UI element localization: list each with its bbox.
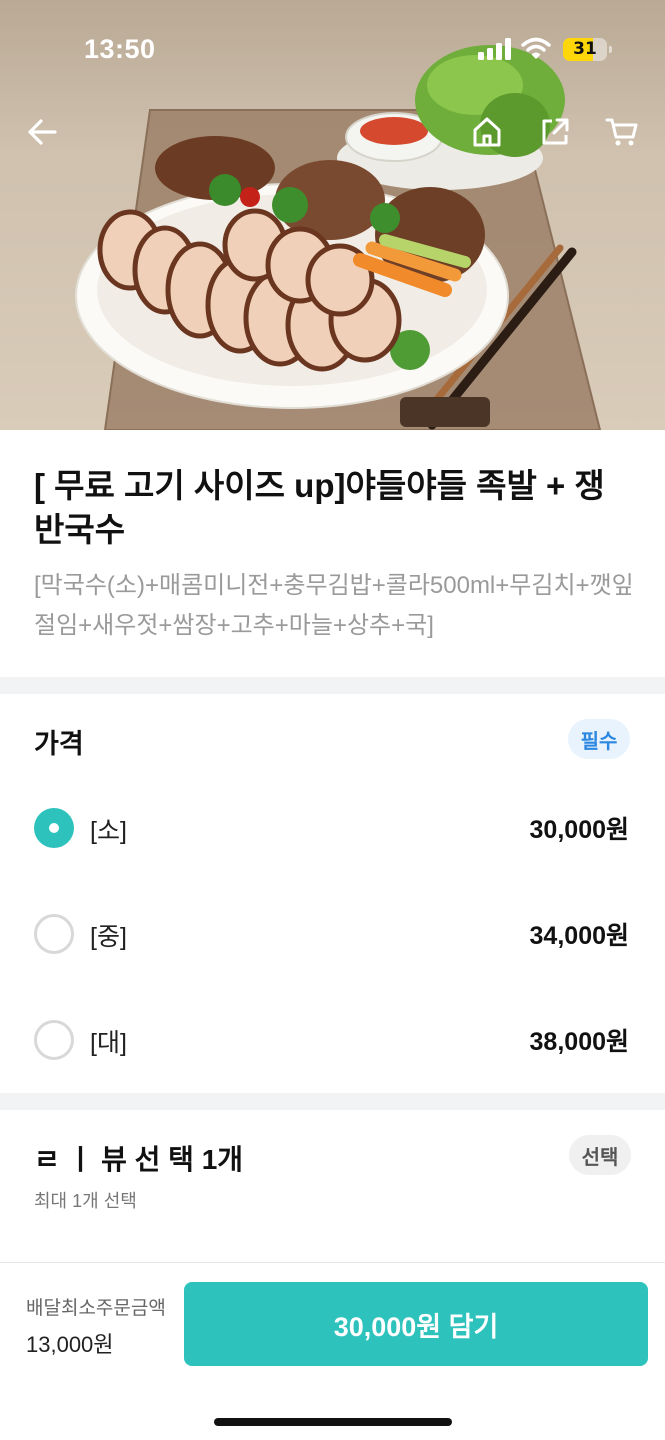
add-to-cart-button[interactable]: 30,000원 담기 xyxy=(184,1282,648,1366)
price-option-small[interactable]: [소] 30,000원 xyxy=(0,788,665,868)
back-button[interactable] xyxy=(22,112,62,152)
section-divider xyxy=(0,677,665,694)
product-title: [ 무료 고기 사이즈 up]야들야들 족발 + 쟁반국수 xyxy=(34,467,605,548)
price-option-large[interactable]: [대] 38,000원 xyxy=(0,1000,665,1080)
option-price: 38,000원 xyxy=(529,1028,629,1056)
radio-button[interactable] xyxy=(34,1020,74,1060)
home-button[interactable] xyxy=(467,112,507,152)
share-icon xyxy=(542,118,569,145)
product-description: [막국수(소)+매콤미니전+충무김밥+콜라500ml+무김치+깻잎절임+새우젓+… xyxy=(34,572,634,639)
section-divider xyxy=(0,1093,665,1110)
price-section-heading: 가격 xyxy=(34,729,84,759)
radio-button-selected[interactable] xyxy=(34,808,74,848)
cellular-signal-icon xyxy=(478,38,511,60)
required-badge: 필수 xyxy=(568,719,630,759)
option-price: 34,000원 xyxy=(529,922,629,950)
option-label: [중] xyxy=(90,923,127,951)
product-image: 13:50 31 xyxy=(0,0,665,430)
option-price: 30,000원 xyxy=(529,816,629,844)
min-order-value: 13,000원 xyxy=(26,1332,114,1357)
min-order-label: 배달최소주문금액 xyxy=(26,1298,166,1319)
option-label: [대] xyxy=(90,1029,127,1057)
home-icon xyxy=(473,117,501,147)
optional-badge: 선택 xyxy=(569,1135,631,1175)
price-option-medium[interactable]: [중] 34,000원 xyxy=(0,894,665,974)
radio-button[interactable] xyxy=(34,914,74,954)
option-label: [소] xyxy=(90,817,127,845)
battery-percent: 31 xyxy=(573,39,597,59)
status-time: 13:50 xyxy=(84,34,156,64)
home-indicator[interactable] xyxy=(214,1418,452,1426)
product-info: [ 무료 고기 사이즈 up]야들야들 족발 + 쟁반국수 [막국수(소)+매콤… xyxy=(0,430,665,677)
share-button[interactable] xyxy=(535,112,575,152)
back-arrow-icon xyxy=(28,119,57,145)
status-bar: 13:50 31 xyxy=(0,0,665,100)
choice-max-note: 최대 1개 선택 xyxy=(34,1191,137,1211)
wifi-icon xyxy=(521,37,551,59)
cart-button[interactable] xyxy=(602,112,642,152)
cart-icon xyxy=(605,118,638,146)
bottom-order-bar: 배달최소주문금액 13,000원 30,000원 담기 xyxy=(0,1262,665,1440)
battery-indicator: 31 xyxy=(563,38,612,61)
choice-section-heading: ㄹ ㅣ 뷰 선 택 1개 xyxy=(34,1144,244,1175)
